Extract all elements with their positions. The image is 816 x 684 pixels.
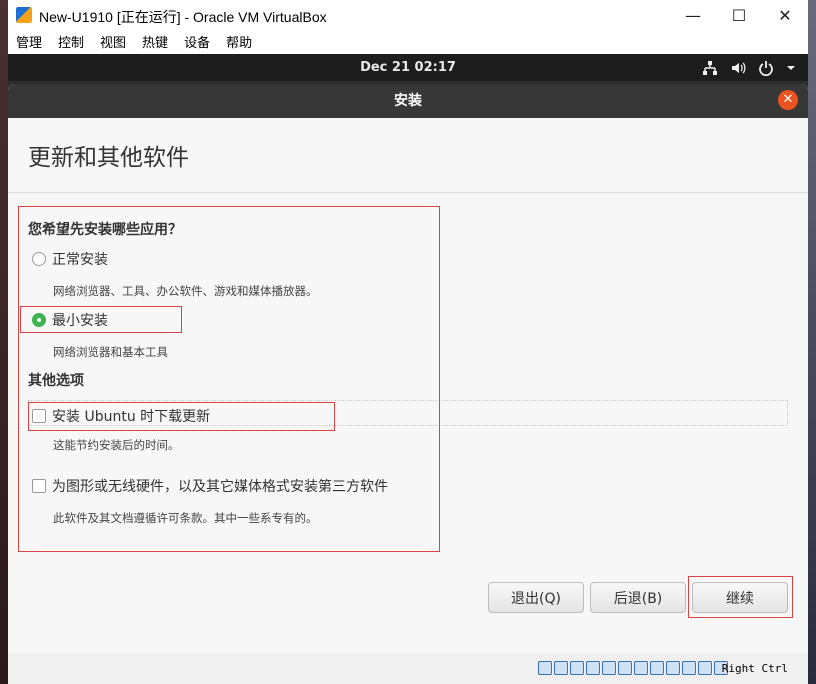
third-party-desc: 此软件及其文档遵循许可条款。其中一些系专有的。 <box>53 511 318 525</box>
page-title: 更新和其他软件 <box>28 145 189 171</box>
maximize-button[interactable]: ☐ <box>716 0 762 31</box>
menu-item-manage[interactable]: 管理 <box>8 31 50 54</box>
back-button[interactable]: 后退(B) <box>590 582 686 613</box>
installer-window: 安装 ✕ 更新和其他软件 您希望先安装哪些应用？ 正常安装 网络浏览器、工具、办… <box>8 84 808 654</box>
third-party-option[interactable]: 为图形或无线硬件，以及其它媒体格式安装第三方软件 <box>32 476 388 496</box>
normal-install-label: 正常安装 <box>52 252 108 268</box>
network-adapter-icon[interactable] <box>586 661 600 675</box>
download-updates-desc: 这能节约安装后的时间。 <box>53 438 180 452</box>
title-bar: New-U1910 [正在运行] - Oracle VM VirtualBox … <box>8 0 808 31</box>
menu-item-devices[interactable]: 设备 <box>176 31 218 54</box>
download-updates-label: 安装 Ubuntu 时下载更新 <box>52 409 211 425</box>
mouse-integration-icon[interactable] <box>682 661 696 675</box>
host-key-label: Right Ctrl <box>721 662 788 675</box>
desktop-background-right <box>808 0 816 684</box>
network-icon[interactable] <box>702 60 718 76</box>
audio-icon[interactable] <box>570 661 584 675</box>
desktop-background-left <box>0 0 8 684</box>
minimize-button[interactable]: — <box>670 0 716 31</box>
virtualbox-app-icon <box>16 7 32 23</box>
guest-screen: Dec 21 02:17 安装 ✕ 更新和其他软件 您希望先安装哪些应用？ 正常… <box>8 54 808 654</box>
minimal-install-label: 最小安装 <box>52 313 108 329</box>
minimal-install-radio[interactable] <box>32 313 46 327</box>
display-icon[interactable] <box>634 661 648 675</box>
close-button[interactable]: ✕ <box>762 0 808 31</box>
menu-item-view[interactable]: 视图 <box>92 31 134 54</box>
continue-button[interactable]: 继续 <box>692 582 788 613</box>
cpu-icon[interactable] <box>666 661 680 675</box>
volume-icon[interactable] <box>730 60 746 76</box>
status-icons <box>538 661 728 675</box>
normal-install-desc: 网络浏览器、工具、办公软件、游戏和媒体播放器。 <box>53 284 318 298</box>
download-updates-checkbox[interactable] <box>32 409 46 423</box>
clock[interactable]: Dec 21 02:17 <box>8 54 808 81</box>
menu-bar: 管理 控制 视图 热键 设备 帮助 <box>8 31 808 54</box>
optical-drive-icon[interactable] <box>554 661 568 675</box>
menu-item-control[interactable]: 控制 <box>50 31 92 54</box>
close-icon[interactable]: ✕ <box>778 90 798 110</box>
usb-icon[interactable] <box>602 661 616 675</box>
divider <box>8 192 808 193</box>
installer-title: 安装 <box>394 93 422 109</box>
menu-item-hotkeys[interactable]: 热键 <box>134 31 176 54</box>
chevron-down-icon[interactable] <box>786 63 796 73</box>
normal-install-radio[interactable] <box>32 252 46 266</box>
download-updates-option[interactable]: 安装 Ubuntu 时下载更新 <box>32 406 210 426</box>
status-bar: Right Ctrl <box>8 654 808 684</box>
quit-button[interactable]: 退出(Q) <box>488 582 584 613</box>
power-icon[interactable] <box>758 60 774 76</box>
minimal-install-option[interactable]: 最小安装 <box>32 310 108 330</box>
harddisk-icon[interactable] <box>538 661 552 675</box>
menu-item-help[interactable]: 帮助 <box>218 31 260 54</box>
minimal-install-desc: 网络浏览器和基本工具 <box>53 345 168 359</box>
recording-icon[interactable] <box>650 661 664 675</box>
installer-header: 安装 ✕ <box>8 84 808 118</box>
gnome-top-bar: Dec 21 02:17 <box>8 54 808 81</box>
question-label: 您希望先安装哪些应用？ <box>28 222 182 238</box>
keyboard-icon[interactable] <box>698 661 712 675</box>
system-tray[interactable] <box>702 54 796 81</box>
third-party-label: 为图形或无线硬件，以及其它媒体格式安装第三方软件 <box>52 479 388 495</box>
normal-install-option[interactable]: 正常安装 <box>32 249 108 269</box>
shared-folder-icon[interactable] <box>618 661 632 675</box>
third-party-checkbox[interactable] <box>32 479 46 493</box>
window-title: New-U1910 [正在运行] - Oracle VM VirtualBox <box>39 9 327 25</box>
other-options-heading: 其他选项 <box>28 373 84 389</box>
virtualbox-window: New-U1910 [正在运行] - Oracle VM VirtualBox … <box>8 0 808 684</box>
